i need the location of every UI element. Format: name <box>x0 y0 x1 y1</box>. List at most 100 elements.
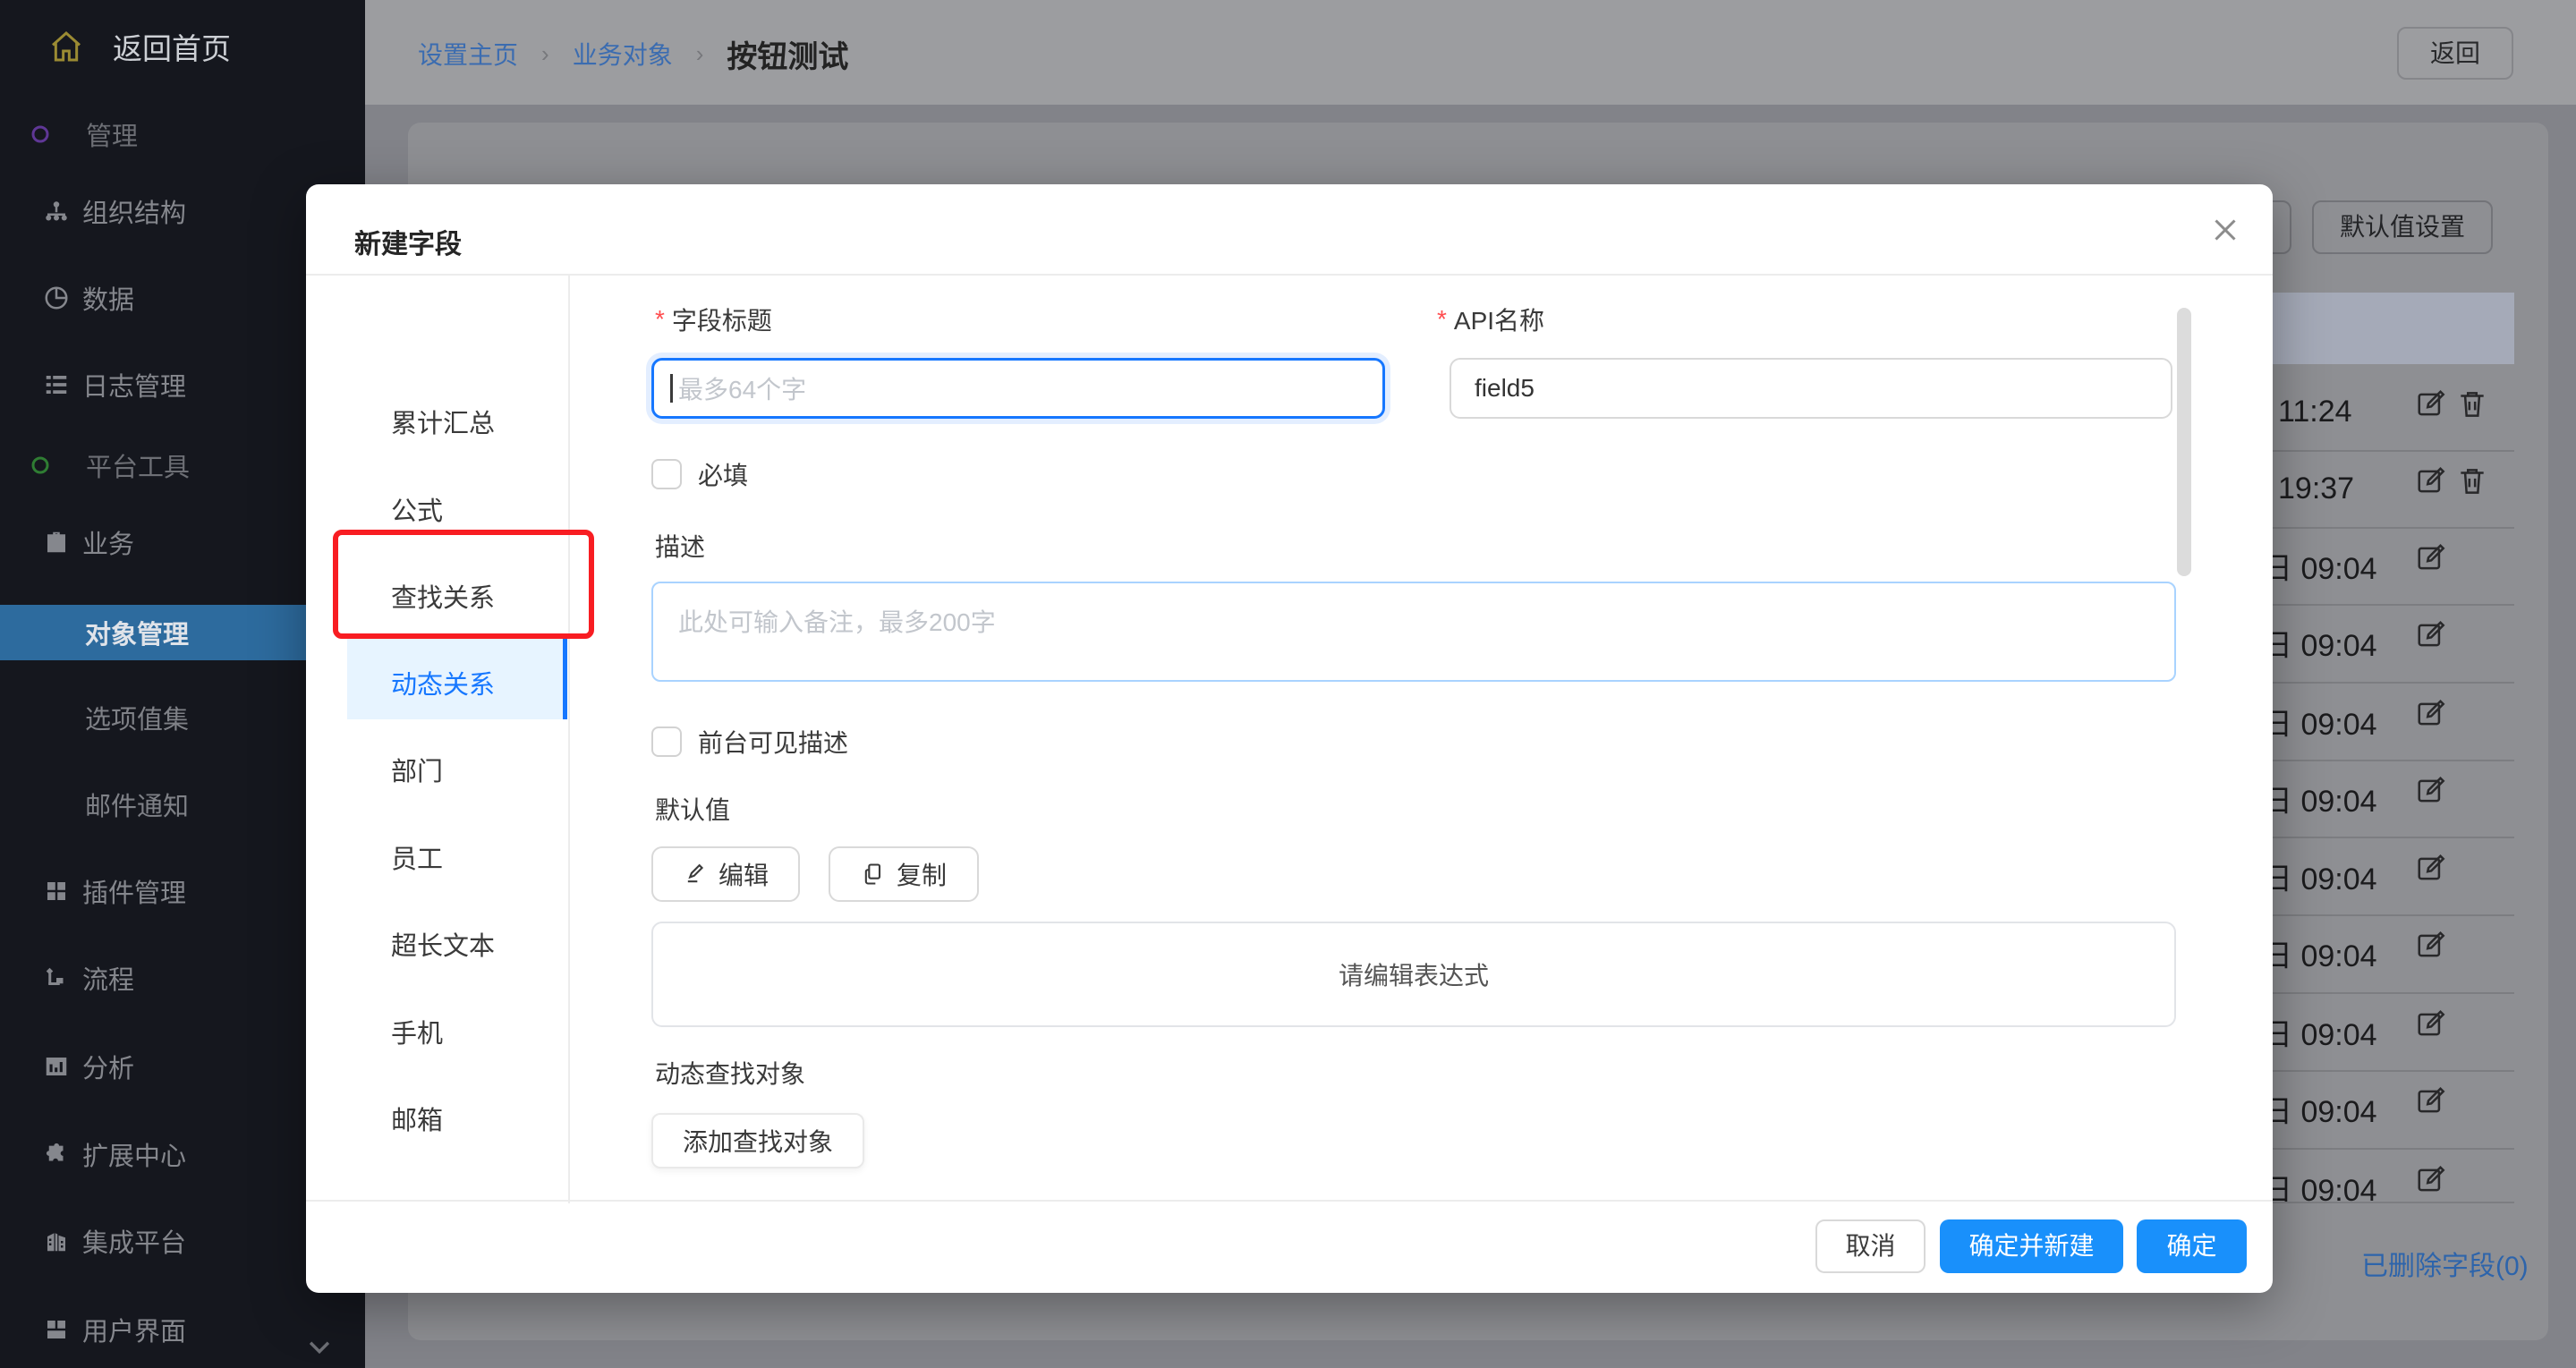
sidebar-item-chajianguanli[interactable]: 插件管理 <box>43 871 186 911</box>
flow-icon <box>43 964 70 991</box>
field-title-placeholder: 最多64个字 <box>678 370 806 406</box>
api-name-label: API名称 <box>1454 302 1544 337</box>
required-label: 必填 <box>698 456 748 492</box>
edit-icon[interactable] <box>2415 929 2449 963</box>
sidebar-item-youjiantongzhi[interactable]: 邮件通知 <box>85 785 189 824</box>
sidebar-item-shuju[interactable]: 数据 <box>43 278 134 318</box>
sidebar-item-yonghujiemian[interactable]: 用户界面 <box>43 1310 186 1349</box>
trash-icon[interactable] <box>2455 464 2489 498</box>
sidebar-item-label: 数据 <box>82 279 134 317</box>
edit-icon[interactable] <box>2415 387 2449 421</box>
api-name-input[interactable]: field5 <box>1450 358 2172 419</box>
sidebar-item-liucheng[interactable]: 流程 <box>43 958 134 998</box>
modal-footer-divider <box>306 1200 2273 1202</box>
edit-icon[interactable] <box>2415 1007 2449 1041</box>
description-textarea[interactable]: 此处可输入备注，最多200字 <box>651 582 2176 682</box>
edit-icon[interactable] <box>2415 541 2449 575</box>
sidebar-item-label: 业务 <box>82 523 134 561</box>
trash-icon[interactable] <box>2455 387 2489 421</box>
required-asterisk: * <box>1437 305 1447 334</box>
edit-icon[interactable] <box>2415 618 2449 652</box>
close-icon[interactable] <box>2209 214 2241 246</box>
ring-icon <box>30 455 50 475</box>
grid-icon <box>43 878 70 905</box>
sidebar-item-jichengpingtai[interactable]: 集成平台 <box>43 1221 186 1261</box>
sidebar-item-kuozhanzhongxin[interactable]: 扩展中心 <box>43 1134 186 1174</box>
sidebar-item-guanli[interactable]: 管理 <box>30 115 138 154</box>
field-type-item-selected[interactable]: 动态关系 <box>391 664 495 701</box>
new-field-modal: 新建字段 累计汇总 公式 查找关系 动态关系 部门 员工 超长文本 手机 邮箱 … <box>306 184 2273 1293</box>
add-lookup-button[interactable]: 添加查找对象 <box>651 1113 864 1168</box>
ring-icon <box>30 124 50 144</box>
field-type-list: 累计汇总 公式 查找关系 动态关系 部门 员工 超长文本 手机 邮箱 整数 多选 <box>306 276 567 1185</box>
sidebar-item-pingtaigongju[interactable]: 平台工具 <box>30 446 190 485</box>
edit-icon[interactable] <box>2415 1163 2449 1197</box>
table-row-time: 日 09:04 <box>2262 625 2377 660</box>
edit-icon[interactable] <box>2415 774 2449 808</box>
field-type-item[interactable]: 累计汇总 <box>391 403 495 440</box>
field-title-input[interactable]: 最多64个字 <box>651 358 1385 419</box>
sidebar-item-label: 组织结构 <box>82 192 186 230</box>
copy-default-button[interactable]: 复制 <box>829 846 979 902</box>
table-row-time: 日 09:04 <box>2262 935 2377 971</box>
expression-box[interactable]: 请编辑表达式 <box>651 922 2176 1027</box>
sidebar-item-duixiangguanli[interactable]: 对象管理 <box>85 613 189 652</box>
breadcrumb-separator-icon: › <box>696 40 704 68</box>
field-type-item[interactable]: 部门 <box>391 751 443 788</box>
modal-scrollbar[interactable] <box>2177 308 2191 576</box>
annotation-highlight-box <box>333 530 594 639</box>
confirm-and-new-button[interactable]: 确定并新建 <box>1940 1219 2123 1273</box>
sidebar-item-yewu[interactable]: 业务 <box>43 523 134 562</box>
text-caret <box>670 374 673 403</box>
modal-header-divider <box>306 274 2273 276</box>
field-type-item[interactable]: 邮箱 <box>391 1100 443 1137</box>
sidebar-item-label: 选项值集 <box>85 699 189 736</box>
api-name-label-row: * API名称 <box>1437 301 1544 338</box>
edit-default-button[interactable]: 编辑 <box>651 846 800 902</box>
breadcrumb-link-home[interactable]: 设置主页 <box>418 36 518 72</box>
edit-icon[interactable] <box>2415 852 2449 886</box>
field-type-item[interactable]: 手机 <box>391 1013 443 1050</box>
table-row-time: 日 09:04 <box>2262 1091 2377 1126</box>
breadcrumb-current: 按钮测试 <box>727 32 848 76</box>
deleted-fields-link[interactable]: 已删除字段(0) <box>2361 1244 2529 1283</box>
building-icon <box>43 1228 70 1254</box>
type-list-divider <box>568 276 570 1203</box>
sidebar-item-label: 集成平台 <box>82 1222 186 1260</box>
cancel-button[interactable]: 取消 <box>1815 1219 1926 1273</box>
copy-icon <box>861 862 886 887</box>
sidebar-item-xuanxiangzhiji[interactable]: 选项值集 <box>85 698 189 737</box>
sidebar-item-rizhiguanli[interactable]: 日志管理 <box>43 365 186 404</box>
edit-icon[interactable] <box>2415 464 2449 498</box>
chevron-down-icon[interactable] <box>304 1331 335 1362</box>
sidebar-item-fenxi[interactable]: 分析 <box>43 1047 134 1086</box>
default-value-settings-button[interactable]: 默认值设置 <box>2312 200 2493 254</box>
table-row-time: 日 09:04 <box>2262 703 2377 739</box>
sidebar-home[interactable]: 返回首页 <box>48 23 231 70</box>
confirm-button[interactable]: 确定 <box>2137 1219 2247 1273</box>
home-icon <box>48 29 84 64</box>
puzzle-icon <box>43 1141 70 1168</box>
sidebar-item-zuzhijiegou[interactable]: 组织结构 <box>43 191 186 231</box>
edit-icon[interactable] <box>2415 697 2449 731</box>
required-checkbox[interactable] <box>651 459 682 489</box>
required-asterisk: * <box>655 305 665 334</box>
sidebar-item-label: 管理 <box>86 115 138 153</box>
breadcrumb: 设置主页 › 业务对象 › 按钮测试 <box>418 34 848 73</box>
modal-title: 新建字段 <box>354 222 462 261</box>
sidebar-home-label: 返回首页 <box>113 25 231 68</box>
field-type-item[interactable]: 员工 <box>391 838 443 876</box>
breadcrumb-separator-icon: › <box>541 40 549 68</box>
list-icon <box>43 371 70 398</box>
api-name-value: field5 <box>1475 374 1535 403</box>
edit-icon[interactable] <box>2415 1084 2449 1118</box>
field-type-item[interactable]: 超长文本 <box>391 925 495 963</box>
description-placeholder: 此处可输入备注，最多200字 <box>678 603 996 639</box>
back-button[interactable]: 返回 <box>2397 27 2513 80</box>
field-type-item[interactable]: 公式 <box>391 490 443 528</box>
table-row-time: 日 09:04 <box>2262 858 2377 894</box>
add-lookup-label: 添加查找对象 <box>683 1123 833 1159</box>
front-visible-checkbox[interactable] <box>651 726 682 757</box>
selected-type-bar <box>563 637 567 719</box>
breadcrumb-link-objects[interactable]: 业务对象 <box>573 36 673 72</box>
